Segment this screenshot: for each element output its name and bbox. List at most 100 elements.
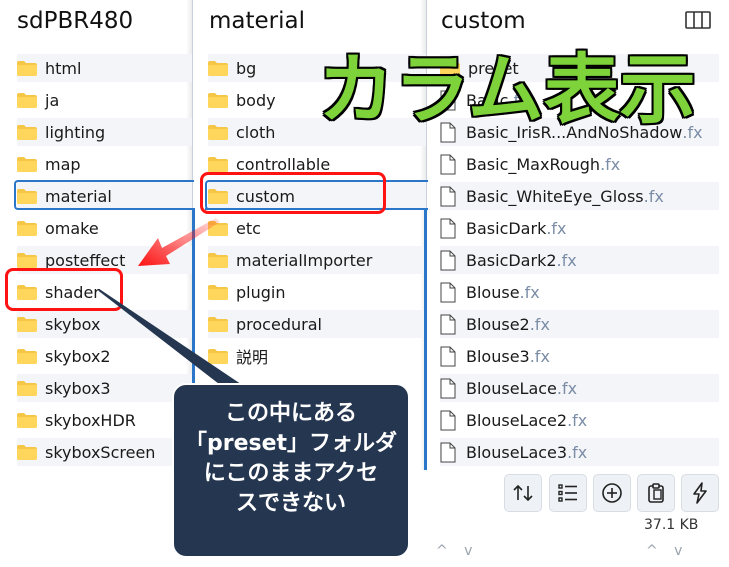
list-icon	[558, 484, 577, 502]
scroll-chevrons[interactable]: ^ v	[646, 543, 688, 559]
file-item[interactable]: Basic_MaxRough .fx	[440, 150, 719, 178]
file-name: BasicDark2	[466, 250, 557, 270]
file-item[interactable]: Basic_WhiteEye_Gloss .fx	[440, 182, 719, 210]
file-name: Basic_WhiteEye_Gloss	[466, 186, 644, 206]
file-item[interactable]: BlouseLace2 .fx	[440, 406, 719, 434]
folder-item[interactable]: skyboxHDR	[17, 406, 192, 434]
file-icon	[440, 378, 456, 399]
folder-label: etc	[236, 218, 261, 238]
file-extension: .fx	[556, 378, 578, 398]
folder-label: skyboxHDR	[45, 410, 136, 430]
selected-item-outline	[14, 180, 194, 210]
selection-connector-line	[424, 208, 427, 470]
folder-icon	[17, 252, 37, 268]
red-arrow-icon	[138, 218, 220, 266]
folder-icon	[17, 316, 37, 332]
list-button[interactable]	[549, 474, 587, 512]
file-name: BlouseLace3	[466, 442, 568, 462]
file-item[interactable]: BasicDark .fx	[440, 214, 719, 242]
folder-icon	[208, 156, 228, 172]
file-icon	[440, 410, 456, 431]
file-extension: .fx	[567, 410, 588, 430]
file-item[interactable]: BlouseLace3 .fx	[440, 438, 719, 466]
callout-line: スできない	[235, 491, 346, 516]
folder-item[interactable]: etc	[208, 214, 426, 242]
file-extension: .fx	[546, 218, 567, 238]
file-name: BlouseLace	[466, 378, 557, 398]
callout-line: 「preset」フォルダ	[184, 431, 398, 456]
scroll-chevrons[interactable]: ^ v	[436, 543, 478, 559]
callout-pointer	[98, 289, 248, 394]
folder-icon	[17, 156, 37, 172]
folder-icon	[17, 60, 37, 76]
file-item[interactable]: Blouse3 .fx	[440, 342, 719, 370]
folder-item[interactable]: skyboxScreen	[17, 438, 192, 466]
folder-label: controllable	[236, 154, 331, 174]
file-extension: .fx	[556, 250, 577, 270]
folder-label: posteffect	[45, 250, 126, 270]
folder-icon	[208, 92, 228, 108]
folder-item[interactable]: map	[17, 150, 192, 178]
folder-item[interactable]: lighting	[17, 118, 192, 146]
clipboard-icon	[648, 483, 664, 503]
file-extension: .fx	[600, 154, 621, 174]
file-item[interactable]: Blouse .fx	[440, 278, 719, 306]
file-name: Basic_MaxRough	[466, 154, 601, 174]
file-name: Blouse3	[466, 346, 530, 366]
folder-icon	[17, 348, 37, 364]
column-title: material	[209, 8, 305, 34]
sort-button[interactable]	[504, 474, 542, 512]
folder-label: skybox	[45, 314, 101, 334]
folder-label: cloth	[236, 122, 276, 142]
folder-icon	[17, 124, 37, 140]
sort-icon	[513, 484, 533, 502]
file-icon	[440, 218, 456, 239]
folder-label: ja	[45, 90, 60, 110]
file-name: Blouse2	[466, 314, 530, 334]
file-extension: .fx	[567, 442, 588, 462]
flash-icon	[693, 482, 707, 504]
file-icon	[440, 346, 456, 367]
folder-label: omake	[45, 218, 99, 238]
folder-label: skyboxScreen	[45, 442, 156, 462]
callout-line: にこのままアクセ	[203, 461, 379, 486]
add-button[interactable]	[593, 474, 631, 512]
file-name: BlouseLace2	[466, 410, 568, 430]
folder-item[interactable]: materialImporter	[208, 246, 426, 274]
file-item[interactable]: Blouse2 .fx	[440, 310, 719, 338]
file-name: Blouse	[466, 282, 520, 302]
column-view-label: カラム表示	[318, 45, 696, 134]
file-name: BasicDark	[466, 218, 547, 238]
file-item[interactable]: BasicDark2 .fx	[440, 246, 719, 274]
folder-icon	[17, 380, 37, 396]
folder-label: bg	[236, 58, 257, 78]
clipboard-button[interactable]	[637, 474, 675, 512]
folder-icon	[17, 220, 37, 236]
folder-label: html	[45, 58, 82, 78]
columns-view-icon[interactable]	[683, 9, 713, 31]
folder-icon	[17, 92, 37, 108]
folder-icon	[208, 124, 228, 140]
folder-label: map	[45, 154, 81, 174]
folder-icon	[17, 444, 37, 460]
file-extension: .fx	[529, 346, 550, 366]
column-title: sdPBR480	[17, 8, 134, 34]
folder-icon	[208, 60, 228, 76]
file-icon	[440, 442, 456, 463]
file-extension: .fx	[519, 282, 540, 302]
file-extension: .fx	[643, 186, 664, 206]
file-icon	[440, 314, 456, 335]
flash-button[interactable]	[681, 474, 719, 512]
file-item[interactable]: BlouseLace .fx	[440, 374, 719, 402]
file-icon	[440, 154, 456, 175]
file-extension: .fx	[529, 314, 550, 334]
highlight-custom-box	[200, 172, 386, 214]
folder-label: materialImporter	[236, 250, 373, 270]
folder-icon	[17, 412, 37, 428]
add-icon	[602, 483, 622, 503]
file-icon	[440, 186, 456, 207]
folder-item[interactable]: ja	[17, 86, 192, 114]
folder-label: lighting	[45, 122, 106, 142]
folder-item[interactable]: html	[17, 54, 192, 82]
file-size-label: 37.1 KB	[644, 517, 699, 533]
